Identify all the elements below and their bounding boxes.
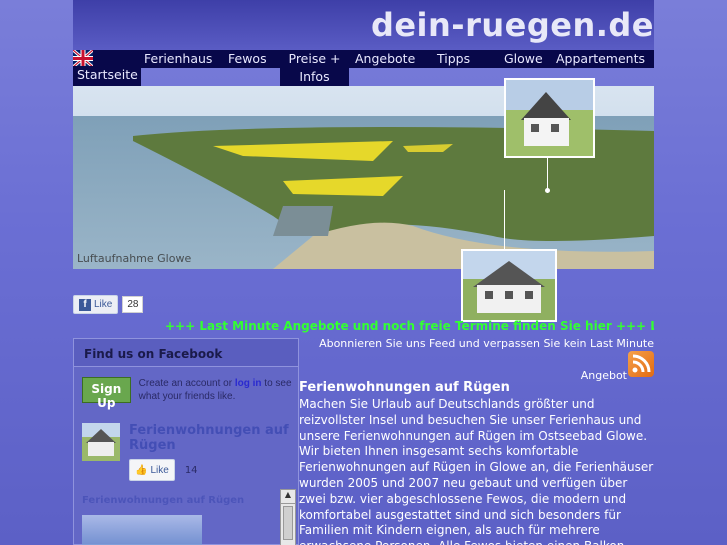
- thumb-dot-1: [545, 188, 550, 193]
- login-link[interactable]: log in: [235, 378, 262, 389]
- site-title[interactable]: dein-ruegen.de: [371, 6, 654, 44]
- scroll-thumb[interactable]: [283, 506, 293, 540]
- page-thumbnail[interactable]: [82, 423, 120, 461]
- content-title: Ferienwohnungen auf Rügen: [299, 380, 510, 395]
- nav-item-ferienhaus[interactable]: Ferienhaus: [140, 50, 216, 68]
- nav-item-startseite[interactable]: Startseite: [73, 66, 141, 86]
- facebook-page-name[interactable]: Ferienwohnungen auf Rügen: [129, 423, 299, 453]
- main-content: Ferienwohnungen auf Rügen Machen Sie Url…: [299, 380, 654, 545]
- nav-item-glowe[interactable]: Glowe: [500, 50, 547, 68]
- facebook-box-scrollbar[interactable]: ▲: [280, 489, 296, 545]
- facebook-like-widget: f Like 28: [73, 295, 144, 314]
- nav-item-angebote[interactable]: Angebote: [351, 50, 419, 68]
- facebook-box: Find us on Facebook Sign Up Create an ac…: [73, 338, 299, 545]
- like-label: Like: [94, 299, 113, 310]
- scroll-up-arrow-icon[interactable]: ▲: [281, 490, 295, 504]
- thumb-connector-2: [504, 190, 505, 250]
- nav-item-preise-infos[interactable]: Preise + Infos: [280, 50, 349, 86]
- nav-item-appartements[interactable]: Appartements: [552, 50, 649, 68]
- facebook-like-button[interactable]: f Like: [73, 295, 119, 314]
- feed-subscribe-text: Abonnieren Sie uns Feed und verpassen Si…: [319, 337, 654, 350]
- nav-item-fewos[interactable]: Fewos: [224, 50, 271, 68]
- page: dein-ruegen.de Startseite Ferienhaus Few…: [73, 0, 654, 545]
- like-count: 28: [122, 296, 144, 313]
- facebook-f-icon: f: [79, 298, 91, 311]
- uk-flag-icon[interactable]: [73, 50, 93, 67]
- house-thumbnail-1[interactable]: [504, 78, 595, 158]
- hero-caption: Luftaufnahme Glowe: [77, 252, 192, 265]
- rss-icon[interactable]: [628, 351, 654, 377]
- facebook-box-heading: Find us on Facebook: [74, 339, 298, 367]
- page-like-label: Like: [150, 464, 169, 476]
- signup-text: Create an account or log in to see what …: [139, 377, 296, 403]
- facebook-post-photo[interactable]: [82, 515, 202, 545]
- signup-row: Sign Up Create an account or log in to s…: [82, 377, 296, 410]
- nav-item-tipps[interactable]: Tipps: [433, 50, 474, 68]
- signup-text-pre: Create an account or: [138, 378, 235, 389]
- page-like-count: 14: [184, 464, 198, 476]
- content-body: Machen Sie Urlaub auf Deutschlands größt…: [299, 397, 654, 545]
- last-minute-ticker[interactable]: +++ Last Minute Angebote und noch freie …: [165, 319, 654, 333]
- house-thumbnail-2[interactable]: [461, 249, 557, 322]
- facebook-sub-label: Ferienwohnungen auf Rügen: [82, 495, 245, 506]
- page-like-button[interactable]: 👍 Like: [129, 459, 175, 481]
- thumbs-up-icon: 👍: [135, 464, 148, 476]
- page-like-row: 👍 Like 14: [129, 459, 198, 481]
- signup-button[interactable]: Sign Up: [82, 377, 131, 410]
